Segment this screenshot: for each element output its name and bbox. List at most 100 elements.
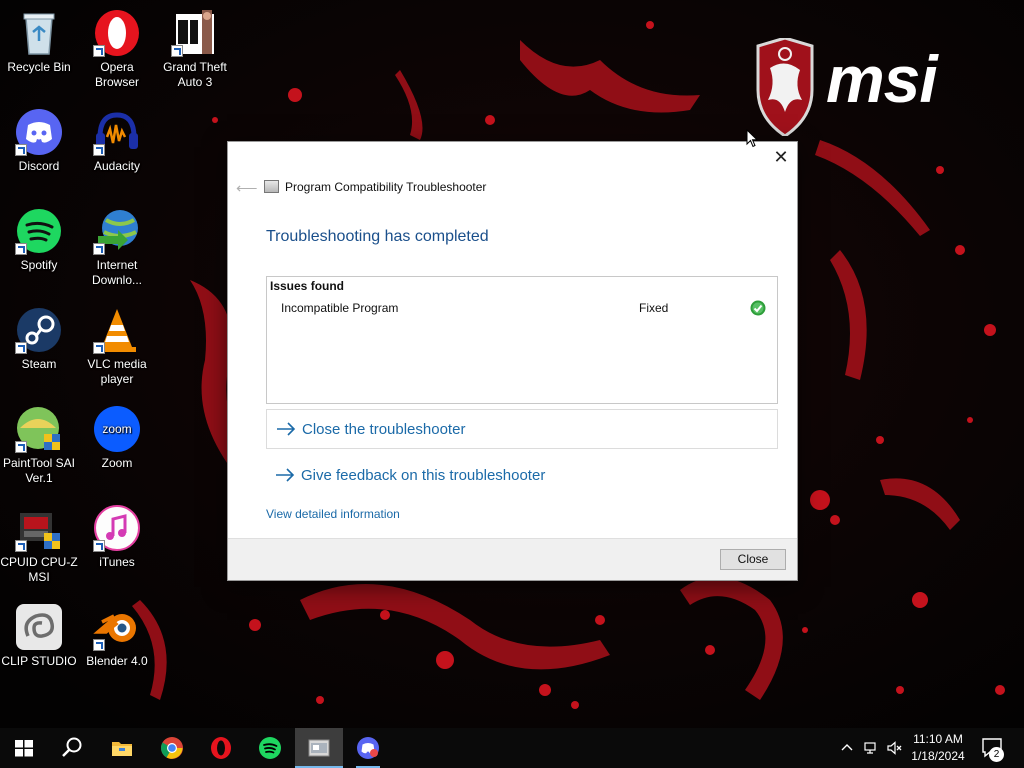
shortcut-arrow-icon: [15, 144, 27, 156]
give-feedback-label: Give feedback on this troubleshooter: [301, 466, 546, 484]
itunes-icon: [92, 503, 142, 553]
desktop-icon-label: CLIP STUDIO: [1, 654, 77, 668]
spotify-icon: [14, 206, 64, 256]
svg-text:zoom: zoom: [102, 422, 131, 436]
desktop-icon-blender[interactable]: Blender 4.0: [78, 602, 156, 669]
desktop-icon-zoom[interactable]: zoom Zoom: [78, 404, 156, 471]
taskbar-opera[interactable]: [197, 728, 245, 768]
issue-name: Incompatible Program: [281, 301, 399, 315]
arrow-right-icon: [277, 422, 296, 436]
cpu-z-icon: [14, 503, 64, 553]
search-button[interactable]: [48, 728, 96, 768]
opera-icon: [211, 737, 231, 759]
close-troubleshooter-link[interactable]: Close the troubleshooter: [266, 409, 778, 449]
shortcut-arrow-icon: [15, 441, 27, 453]
desktop-icon-label: VLC media player: [87, 357, 147, 386]
close-button[interactable]: Close: [720, 549, 786, 570]
desktop-icon-label: Recycle Bin: [7, 60, 71, 74]
desktop-icon-label: Discord: [18, 159, 60, 173]
shortcut-arrow-icon: [93, 45, 105, 57]
desktop-icon-label: Internet Downlo...: [91, 258, 143, 287]
shortcut-arrow-icon: [93, 144, 105, 156]
issues-header: Issues found: [270, 279, 345, 293]
desktop-icon-label: Grand Theft Auto 3: [163, 60, 227, 89]
start-button[interactable]: [0, 728, 48, 768]
spotify-icon: [259, 737, 281, 759]
taskbar-chrome[interactable]: [148, 728, 196, 768]
desktop-icon-audacity[interactable]: Audacity: [78, 107, 156, 174]
clip-studio-icon: [14, 602, 64, 652]
desktop-icon-steam[interactable]: Steam: [0, 305, 78, 372]
file-explorer-icon: [112, 742, 132, 756]
shortcut-arrow-icon: [15, 540, 27, 552]
issue-status: Fixed: [639, 301, 669, 315]
desktop-icon-spotify[interactable]: Spotify: [0, 206, 78, 273]
desktop-icon-itunes[interactable]: iTunes: [78, 503, 156, 570]
shortcut-arrow-icon: [15, 243, 27, 255]
close-troubleshooter-label: Close the troubleshooter: [302, 420, 466, 438]
close-icon[interactable]: ✕: [765, 142, 797, 172]
shortcut-arrow-icon: [93, 639, 105, 651]
desktop-icon-vlc[interactable]: VLC media player: [78, 305, 156, 387]
taskbar: 11:10 AM 1/18/2024 2: [0, 728, 1024, 768]
discord-icon: [357, 737, 379, 759]
shortcut-arrow-icon: [93, 243, 105, 255]
issues-found-panel: Issues found Incompatible Program Fixed: [266, 276, 778, 404]
desktop-icon-clip-studio[interactable]: CLIP STUDIO: [0, 602, 78, 669]
desktop-icon-gta3[interactable]: Grand Theft Auto 3: [156, 8, 234, 90]
network-icon[interactable]: [863, 740, 879, 756]
desktop-icon-label: Blender 4.0: [86, 654, 148, 668]
audacity-icon: [92, 107, 142, 157]
troubleshooter-icon: [308, 739, 330, 757]
shortcut-arrow-icon: [171, 45, 183, 57]
give-feedback-link[interactable]: Give feedback on this troubleshooter: [266, 455, 778, 495]
fixed-check-icon: [750, 300, 766, 316]
desktop-icon-label: Opera Browser: [94, 60, 139, 89]
zoom-icon: zoom: [92, 404, 142, 454]
desktop-icon-label: Zoom: [101, 456, 133, 470]
shortcut-arrow-icon: [93, 342, 105, 354]
troubleshooter-app-icon: [264, 180, 279, 193]
dialog-footer: Close: [228, 538, 797, 580]
chrome-icon: [161, 737, 183, 759]
desktop-icon-label: PaintTool SAI Ver.1: [2, 456, 76, 485]
desktop-icon-label: Spotify: [20, 258, 58, 272]
desktop-icon-painttool-sai[interactable]: PaintTool SAI Ver.1: [0, 404, 78, 486]
desktop-icon-recycle-bin[interactable]: Recycle Bin: [0, 8, 78, 75]
vlc-icon: [92, 305, 142, 355]
internet-download-manager-icon: [92, 206, 142, 256]
clock-date: 1/18/2024: [911, 749, 965, 763]
view-detailed-information-link[interactable]: View detailed information: [266, 507, 400, 521]
steam-icon: [14, 305, 64, 355]
taskbar-spotify[interactable]: [246, 728, 294, 768]
shortcut-arrow-icon: [93, 540, 105, 552]
back-arrow-icon[interactable]: ⟵: [236, 179, 258, 197]
taskbar-troubleshooter[interactable]: [295, 728, 343, 768]
desktop-icon-internet-download-manager[interactable]: Internet Downlo...: [78, 206, 156, 288]
start-icon: [15, 740, 33, 757]
desktop-icon-label: iTunes: [99, 555, 135, 569]
desktop-icon-cpu-z[interactable]: CPUID CPU-Z MSI: [0, 503, 78, 585]
msi-dragon-shield-logo: [756, 38, 814, 136]
shortcut-arrow-icon: [15, 342, 27, 354]
msi-wordmark: msi: [826, 42, 938, 116]
painttool-sai-icon: [14, 404, 64, 454]
recycle-bin-icon: [14, 8, 64, 58]
system-clock[interactable]: 11:10 AM 1/18/2024: [905, 731, 971, 765]
blender-icon: [92, 602, 142, 652]
chevron-up-icon[interactable]: [839, 740, 855, 756]
desktop-icon-label: Audacity: [93, 159, 141, 173]
notification-count-badge: 2: [989, 747, 1004, 762]
desktop-icon-opera[interactable]: Opera Browser: [78, 8, 156, 90]
arrow-right-icon: [276, 468, 295, 482]
desktop-icon-label: Steam: [21, 357, 57, 371]
taskbar-discord[interactable]: [344, 728, 392, 768]
volume-muted-icon[interactable]: [886, 740, 902, 756]
opera-icon: [92, 8, 142, 58]
gta3-icon: [170, 8, 220, 58]
page-heading: Troubleshooting has completed: [266, 228, 489, 245]
taskbar-file-explorer[interactable]: [98, 728, 146, 768]
mouse-cursor-icon: [746, 129, 758, 148]
desktop-icon-discord[interactable]: Discord: [0, 107, 78, 174]
search-icon: [62, 737, 82, 757]
